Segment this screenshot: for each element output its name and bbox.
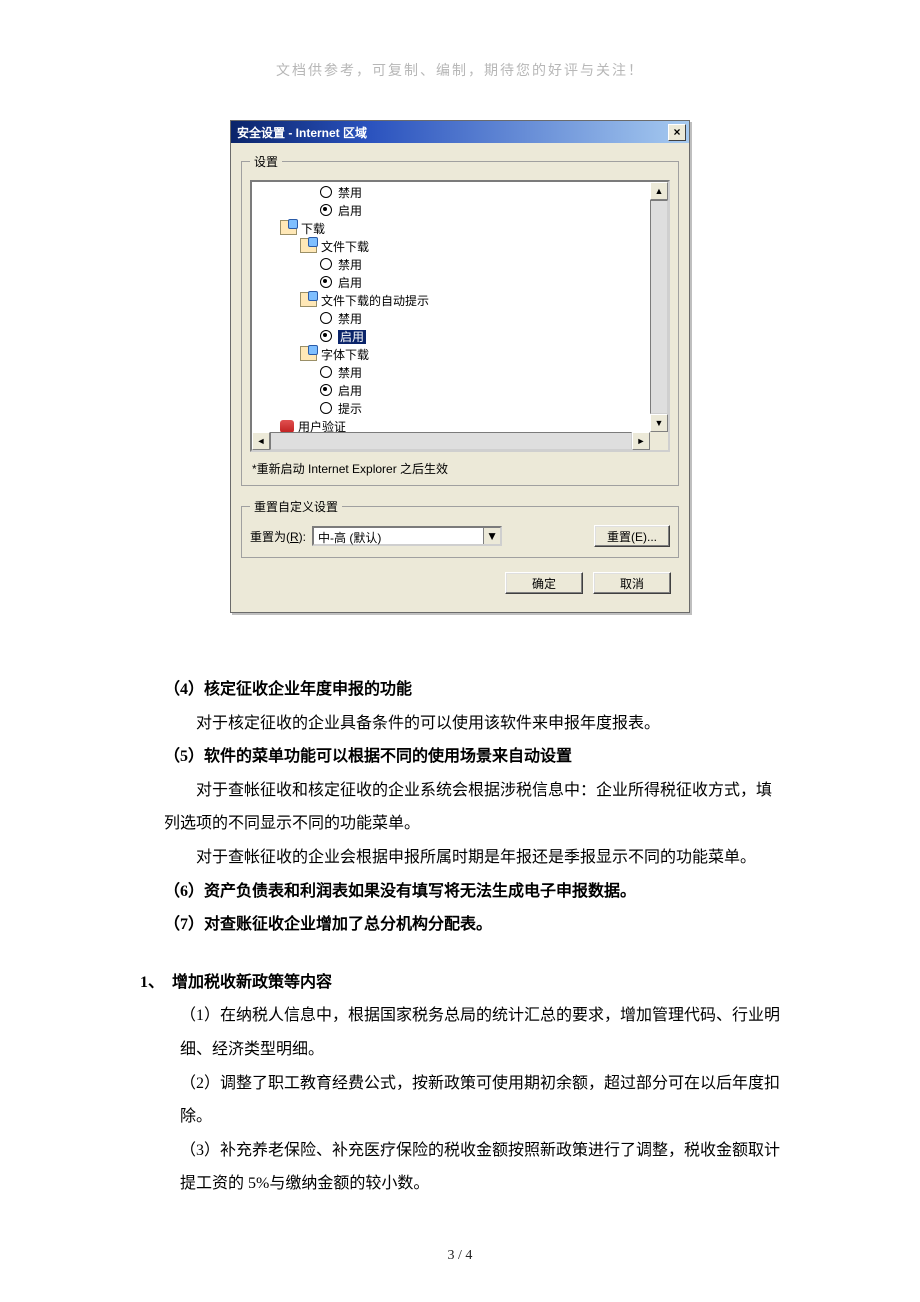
radio-icon: [320, 186, 332, 198]
radio-font-download-enable[interactable]: 启用: [280, 382, 650, 400]
settings-tree: 禁用 启用 下载 文件下载 禁用 启用 文件下载的自动提示 禁用 启用 字体下载…: [250, 180, 670, 452]
dialog-body: 设置 禁用 启用 下载 文件下载 禁用 启用 文件下载的自动提示 禁用 启用 字…: [231, 143, 689, 612]
dialog-title: 安全设置 - Internet 区域: [237, 124, 367, 141]
restart-note: *重新启动 Internet Explorer 之后生效: [250, 458, 670, 477]
section-7-title: （7）对查账征收企业增加了总分机构分配表。: [140, 908, 780, 942]
settings-legend: 设置: [250, 153, 282, 170]
radio-icon: [320, 330, 332, 342]
folder-icon: [300, 238, 317, 253]
cancel-button[interactable]: 取消: [593, 572, 671, 594]
scroll-up-icon[interactable]: ▲: [650, 182, 668, 200]
scroll-corner: [650, 432, 668, 450]
list-1-item-3: （3）补充养老保险、补充医疗保险的税收金额按照新政策进行了调整，税收金额取计提工…: [140, 1134, 780, 1201]
reset-legend: 重置自定义设置: [250, 498, 342, 515]
category-font-download: 字体下载: [280, 346, 650, 364]
folder-icon: [300, 346, 317, 361]
category-file-download-prompt: 文件下载的自动提示: [280, 292, 650, 310]
radio-icon: [320, 258, 332, 270]
close-icon[interactable]: ×: [668, 124, 686, 141]
dialog-titlebar: 安全设置 - Internet 区域 ×: [231, 121, 689, 143]
list-1-heading: 1、增加税收新政策等内容: [140, 966, 780, 1000]
settings-group: 设置 禁用 启用 下载 文件下载 禁用 启用 文件下载的自动提示 禁用 启用 字…: [241, 153, 679, 486]
folder-icon: [300, 292, 317, 307]
radio-icon: [320, 402, 332, 414]
scroll-right-icon[interactable]: ►: [632, 432, 650, 450]
reset-to-label: 重置为(R):: [250, 528, 306, 545]
radio-icon: [320, 366, 332, 378]
security-settings-dialog: 安全设置 - Internet 区域 × 设置 禁用 启用 下载 文件下载 禁用…: [230, 120, 690, 613]
radio-icon: [320, 312, 332, 324]
vertical-scrollbar[interactable]: ▲ ▼: [650, 182, 668, 432]
radio-auto-prompt-disable[interactable]: 禁用: [280, 310, 650, 328]
document-body: （4）核定征收企业年度申报的功能 对于核定征收的企业具备条件的可以使用该软件来申…: [140, 673, 780, 1201]
list-1-item-1: （1）在纳税人信息中，根据国家税务总局的统计汇总的要求，增加管理代码、行业明细、…: [140, 999, 780, 1066]
reset-level-value: 中-高 (默认): [314, 528, 483, 544]
section-5-paragraph-1: 对于查帐征收和核定征收的企业系统会根据涉税信息中：企业所得税征收方式，填列选项的…: [140, 774, 780, 841]
horizontal-scrollbar[interactable]: ◄ ►: [252, 432, 650, 450]
section-4-paragraph: 对于核定征收的企业具备条件的可以使用该软件来申报年度报表。: [140, 707, 780, 741]
reset-group: 重置自定义设置 重置为(R): 中-高 (默认) ▼ 重置(E)...: [241, 498, 679, 558]
category-file-download: 文件下载: [280, 238, 650, 256]
chevron-down-icon[interactable]: ▼: [483, 528, 500, 544]
radio-icon: [320, 384, 332, 396]
radio-font-download-prompt[interactable]: 提示: [280, 400, 650, 418]
section-5-title: （5）软件的菜单功能可以根据不同的使用场景来自动设置: [140, 740, 780, 774]
radio-icon: [320, 204, 332, 216]
category-download: 下载: [280, 220, 650, 238]
category-user-auth: 用户验证: [280, 418, 650, 432]
reset-button[interactable]: 重置(E)...: [594, 525, 670, 547]
radio-option-disable[interactable]: 禁用: [280, 184, 650, 202]
selected-option-label: 启用: [338, 330, 366, 344]
settings-tree-viewport: 禁用 启用 下载 文件下载 禁用 启用 文件下载的自动提示 禁用 启用 字体下载…: [252, 182, 650, 432]
page-header-note: 文档供参考，可复制、编制，期待您的好评与关注！: [0, 0, 920, 80]
ok-button[interactable]: 确定: [505, 572, 583, 594]
scroll-down-icon[interactable]: ▼: [650, 414, 668, 432]
section-5-paragraph-2: 对于查帐征收的企业会根据申报所属时期是年报还是季报显示不同的功能菜单。: [140, 841, 780, 875]
page-number: 3 / 4: [0, 1248, 920, 1264]
scroll-track[interactable]: [270, 432, 632, 450]
list-1-item-2: （2）调整了职工教育经费公式，按新政策可使用期初余额，超过部分可在以后年度扣除。: [140, 1067, 780, 1134]
scroll-left-icon[interactable]: ◄: [252, 432, 270, 450]
radio-file-download-disable[interactable]: 禁用: [280, 256, 650, 274]
folder-icon: [280, 220, 297, 235]
scroll-track[interactable]: [650, 200, 668, 414]
radio-auto-prompt-enable[interactable]: 启用: [280, 328, 650, 346]
section-6-title: （6）资产负债表和利润表如果没有填写将无法生成电子申报数据。: [140, 875, 780, 909]
radio-font-download-disable[interactable]: 禁用: [280, 364, 650, 382]
users-icon: [280, 420, 294, 432]
reset-level-combo[interactable]: 中-高 (默认) ▼: [312, 526, 502, 546]
radio-icon: [320, 276, 332, 288]
radio-file-download-enable[interactable]: 启用: [280, 274, 650, 292]
section-4-title: （4）核定征收企业年度申报的功能: [140, 673, 780, 707]
radio-option-enable[interactable]: 启用: [280, 202, 650, 220]
